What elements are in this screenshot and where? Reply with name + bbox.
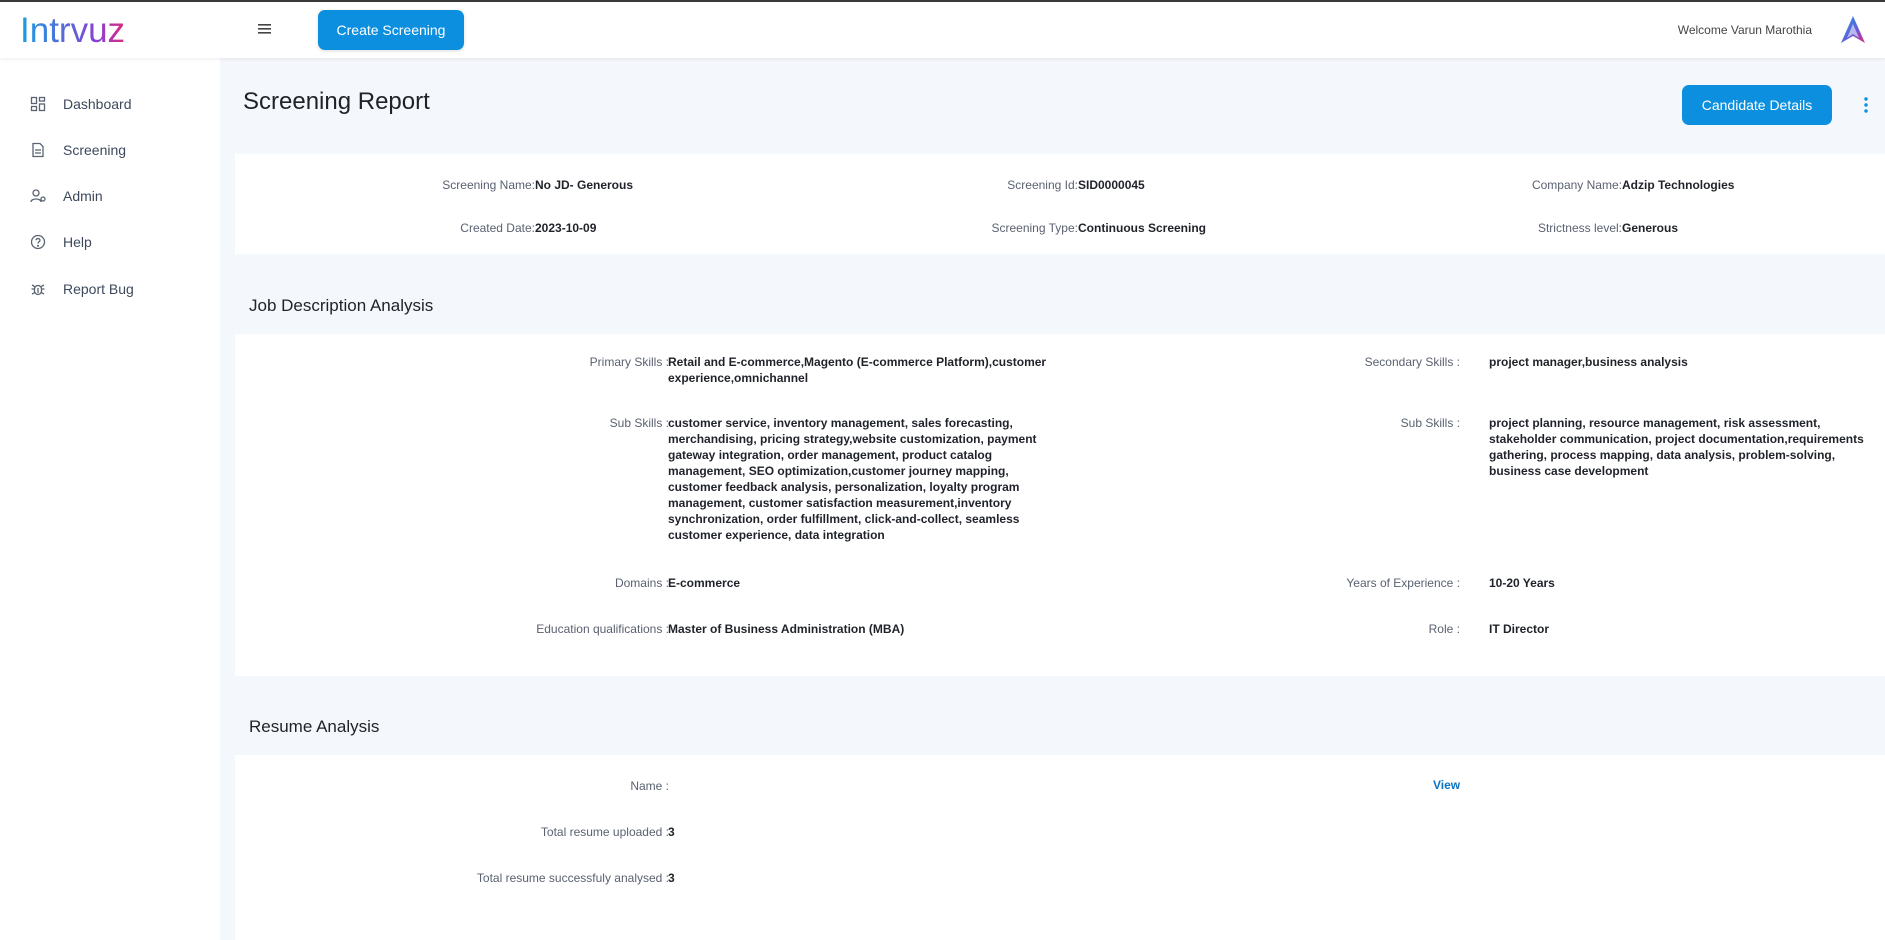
resume-uploaded-value: 3 (668, 825, 675, 839)
sidebar-item-screening[interactable]: Screening (28, 138, 126, 162)
company-name-label: Company Name: (1531, 178, 1622, 192)
sidebar-item-label: Admin (63, 188, 103, 204)
strictness-value: Generous (1622, 221, 1679, 235)
experience-label: Years of Experience : (1346, 576, 1460, 590)
sub-skills-label: Sub Skills : (609, 416, 669, 430)
logo-text: Intrvuz (20, 11, 125, 50)
resume-section-title: Resume Analysis (249, 717, 380, 736)
screening-name-label: Screening Name: (442, 178, 535, 192)
sub-skills-secondary-label: Sub Skills : (1400, 416, 1460, 430)
sidebar: Dashboard Screening Admin Help Report Bu… (0, 58, 220, 940)
strictness-label: Strictness level: (1537, 221, 1622, 235)
jd-section-title: Job Description Analysis (249, 296, 434, 315)
help-circle-icon (28, 232, 48, 252)
education-value: Master of Business Administration (MBA) (668, 622, 905, 636)
company-name-value: Adzip Technologies (1622, 178, 1735, 192)
primary-skills-value: Retail and E-commerce,Magento (E-commerc… (668, 355, 1047, 385)
domains-value: E-commerce (668, 576, 741, 590)
candidate-details-button[interactable]: Candidate Details (1682, 85, 1832, 125)
hamburger-menu-icon[interactable] (255, 19, 275, 39)
welcome-text: Welcome Varun Marothia (1677, 23, 1812, 37)
resume-analysed-label: Total resume successfuly analysed : (476, 871, 669, 885)
screening-name-value: No JD- Generous (535, 178, 634, 192)
sidebar-item-report-bug[interactable]: Report Bug (28, 277, 134, 301)
sidebar-item-admin[interactable]: Admin (28, 184, 103, 208)
screening-id-label: Screening Id: (1007, 178, 1078, 192)
main-content: Screening Report Candidate Details Scree… (220, 58, 1885, 940)
sidebar-item-dashboard[interactable]: Dashboard (28, 92, 132, 116)
bug-icon (28, 279, 48, 299)
screening-info-card: Screening Name: No JD- Generous Screenin… (235, 154, 1885, 254)
sidebar-item-help[interactable]: Help (28, 230, 92, 254)
app-logo[interactable]: Intrvuz (20, 10, 150, 50)
sub-skills-primary-value: customer service, inventory management, … (668, 416, 1037, 542)
created-date-value: 2023-10-09 (535, 221, 597, 235)
sidebar-item-label: Screening (63, 142, 127, 158)
sub-skills-secondary-value: project planning, resource management, r… (1489, 416, 1864, 478)
resume-analysis-card: Name : View Total resume uploaded : 3 To… (235, 755, 1885, 940)
resume-name-label: Name : (630, 779, 669, 793)
secondary-skills-label: Secondary Skills : (1364, 355, 1460, 369)
domains-label: Domains : (614, 576, 669, 590)
dashboard-icon (28, 94, 48, 114)
experience-value: 10-20 Years (1489, 576, 1555, 590)
more-options-icon[interactable] (1861, 95, 1871, 115)
screening-id-value: SID0000045 (1078, 178, 1145, 192)
role-value: IT Director (1489, 622, 1550, 636)
resume-analysed-value: 3 (668, 871, 675, 885)
document-icon (28, 140, 48, 160)
primary-skills-label: Primary Skills : (589, 355, 669, 369)
create-screening-button[interactable]: Create Screening (318, 10, 464, 50)
sidebar-item-label: Help (63, 234, 92, 250)
secondary-skills-value: project manager,business analysis (1489, 355, 1688, 369)
sidebar-item-label: Dashboard (63, 96, 132, 112)
logo-wordmark: Intrvuz (20, 11, 125, 50)
education-label: Education qualifications : (536, 622, 669, 636)
user-gear-icon (28, 186, 48, 206)
sidebar-item-label: Report Bug (63, 281, 134, 297)
page-title: Screening Report (243, 88, 430, 115)
resume-uploaded-label: Total resume uploaded : (540, 825, 669, 839)
jd-analysis-card: Primary Skills : Retail and E-commerce,M… (235, 334, 1885, 676)
created-date-label: Created Date: (460, 221, 535, 235)
view-link[interactable]: View (1433, 778, 1460, 792)
role-label: Role : (1428, 622, 1460, 636)
brand-mark-icon[interactable] (1837, 14, 1869, 46)
top-header: Intrvuz Create Screening Welcome Varun M… (0, 2, 1885, 58)
screening-type-value: Continuous Screening (1078, 221, 1207, 235)
screening-type-label: Screening Type: (991, 221, 1078, 235)
